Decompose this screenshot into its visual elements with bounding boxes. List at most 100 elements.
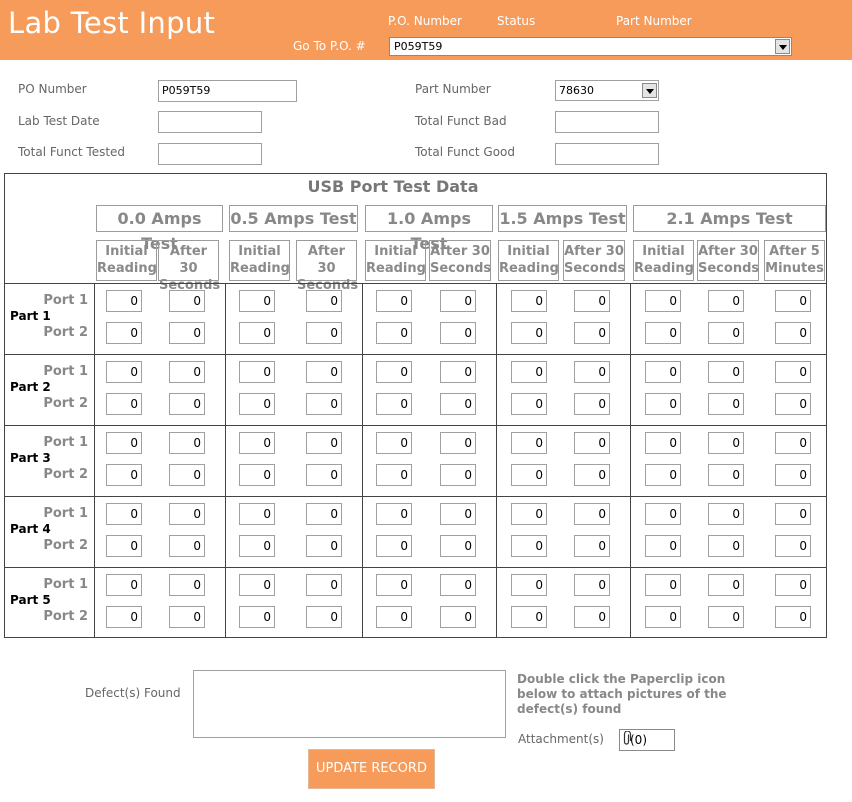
reading-cell[interactable]: 0 xyxy=(708,290,744,312)
reading-cell[interactable]: 0 xyxy=(511,574,547,596)
reading-cell[interactable]: 0 xyxy=(708,432,744,454)
total-funct-bad-field[interactable] xyxy=(555,111,659,133)
reading-cell[interactable]: 0 xyxy=(775,290,811,312)
reading-cell[interactable]: 0 xyxy=(645,361,681,383)
total-funct-tested-field[interactable] xyxy=(158,143,262,165)
reading-cell[interactable]: 0 xyxy=(511,393,547,415)
reading-cell[interactable]: 0 xyxy=(306,503,342,525)
reading-cell[interactable]: 0 xyxy=(708,393,744,415)
reading-cell[interactable]: 0 xyxy=(708,322,744,344)
update-record-button[interactable]: UPDATE RECORD xyxy=(308,749,435,789)
reading-cell[interactable]: 0 xyxy=(306,606,342,628)
reading-cell[interactable]: 0 xyxy=(574,290,610,312)
reading-cell[interactable]: 0 xyxy=(574,361,610,383)
reading-cell[interactable]: 0 xyxy=(511,606,547,628)
reading-cell[interactable]: 0 xyxy=(574,606,610,628)
reading-cell[interactable]: 0 xyxy=(239,290,275,312)
reading-cell[interactable]: 0 xyxy=(106,322,142,344)
reading-cell[interactable]: 0 xyxy=(440,322,476,344)
reading-cell[interactable]: 0 xyxy=(106,393,142,415)
reading-cell[interactable]: 0 xyxy=(708,606,744,628)
reading-cell[interactable]: 0 xyxy=(574,535,610,557)
reading-cell[interactable]: 0 xyxy=(239,535,275,557)
reading-cell[interactable]: 0 xyxy=(106,361,142,383)
reading-cell[interactable]: 0 xyxy=(306,290,342,312)
reading-cell[interactable]: 0 xyxy=(376,503,412,525)
reading-cell[interactable]: 0 xyxy=(574,322,610,344)
lab-test-date-field[interactable] xyxy=(158,111,262,133)
reading-cell[interactable]: 0 xyxy=(106,432,142,454)
reading-cell[interactable]: 0 xyxy=(306,393,342,415)
reading-cell[interactable]: 0 xyxy=(775,393,811,415)
reading-cell[interactable]: 0 xyxy=(511,535,547,557)
reading-cell[interactable]: 0 xyxy=(775,574,811,596)
reading-cell[interactable]: 0 xyxy=(708,361,744,383)
part-number-dropdown-icon[interactable] xyxy=(642,83,657,98)
reading-cell[interactable]: 0 xyxy=(645,503,681,525)
reading-cell[interactable]: 0 xyxy=(306,464,342,486)
reading-cell[interactable]: 0 xyxy=(574,503,610,525)
reading-cell[interactable]: 0 xyxy=(239,574,275,596)
reading-cell[interactable]: 0 xyxy=(574,574,610,596)
reading-cell[interactable]: 0 xyxy=(775,464,811,486)
reading-cell[interactable]: 0 xyxy=(239,322,275,344)
reading-cell[interactable]: 0 xyxy=(645,535,681,557)
reading-cell[interactable]: 0 xyxy=(775,322,811,344)
reading-cell[interactable]: 0 xyxy=(645,322,681,344)
reading-cell[interactable]: 0 xyxy=(440,361,476,383)
reading-cell[interactable]: 0 xyxy=(239,361,275,383)
reading-cell[interactable]: 0 xyxy=(775,535,811,557)
reading-cell[interactable]: 0 xyxy=(574,393,610,415)
reading-cell[interactable]: 0 xyxy=(645,464,681,486)
reading-cell[interactable]: 0 xyxy=(169,503,205,525)
reading-cell[interactable]: 0 xyxy=(708,535,744,557)
reading-cell[interactable]: 0 xyxy=(775,361,811,383)
reading-cell[interactable]: 0 xyxy=(376,393,412,415)
reading-cell[interactable]: 0 xyxy=(239,606,275,628)
reading-cell[interactable]: 0 xyxy=(169,361,205,383)
reading-cell[interactable]: 0 xyxy=(645,432,681,454)
reading-cell[interactable]: 0 xyxy=(775,606,811,628)
reading-cell[interactable]: 0 xyxy=(440,432,476,454)
reading-cell[interactable]: 0 xyxy=(708,574,744,596)
reading-cell[interactable]: 0 xyxy=(376,464,412,486)
reading-cell[interactable]: 0 xyxy=(376,535,412,557)
reading-cell[interactable]: 0 xyxy=(440,290,476,312)
reading-cell[interactable]: 0 xyxy=(169,393,205,415)
reading-cell[interactable]: 0 xyxy=(645,290,681,312)
reading-cell[interactable]: 0 xyxy=(511,503,547,525)
reading-cell[interactable]: 0 xyxy=(440,574,476,596)
reading-cell[interactable]: 0 xyxy=(169,535,205,557)
reading-cell[interactable]: 0 xyxy=(376,606,412,628)
reading-cell[interactable]: 0 xyxy=(306,432,342,454)
reading-cell[interactable]: 0 xyxy=(775,432,811,454)
reading-cell[interactable]: 0 xyxy=(169,574,205,596)
reading-cell[interactable]: 0 xyxy=(169,464,205,486)
reading-cell[interactable]: 0 xyxy=(708,503,744,525)
attachments-control[interactable]: (0) xyxy=(619,729,675,751)
reading-cell[interactable]: 0 xyxy=(169,322,205,344)
reading-cell[interactable]: 0 xyxy=(306,574,342,596)
defects-textarea[interactable] xyxy=(193,670,506,738)
reading-cell[interactable]: 0 xyxy=(511,361,547,383)
reading-cell[interactable]: 0 xyxy=(106,606,142,628)
goto-po-combobox[interactable]: P059T59 xyxy=(389,37,792,56)
reading-cell[interactable]: 0 xyxy=(306,322,342,344)
reading-cell[interactable]: 0 xyxy=(511,290,547,312)
reading-cell[interactable]: 0 xyxy=(775,503,811,525)
reading-cell[interactable]: 0 xyxy=(306,361,342,383)
reading-cell[interactable]: 0 xyxy=(574,432,610,454)
total-funct-good-field[interactable] xyxy=(555,143,659,165)
po-number-field[interactable]: P059T59 xyxy=(158,80,297,102)
reading-cell[interactable]: 0 xyxy=(440,464,476,486)
reading-cell[interactable]: 0 xyxy=(239,393,275,415)
reading-cell[interactable]: 0 xyxy=(511,322,547,344)
reading-cell[interactable]: 0 xyxy=(106,574,142,596)
reading-cell[interactable]: 0 xyxy=(306,535,342,557)
reading-cell[interactable]: 0 xyxy=(376,432,412,454)
reading-cell[interactable]: 0 xyxy=(239,464,275,486)
reading-cell[interactable]: 0 xyxy=(169,290,205,312)
goto-po-dropdown-icon[interactable] xyxy=(775,39,790,54)
reading-cell[interactable]: 0 xyxy=(440,503,476,525)
reading-cell[interactable]: 0 xyxy=(440,535,476,557)
